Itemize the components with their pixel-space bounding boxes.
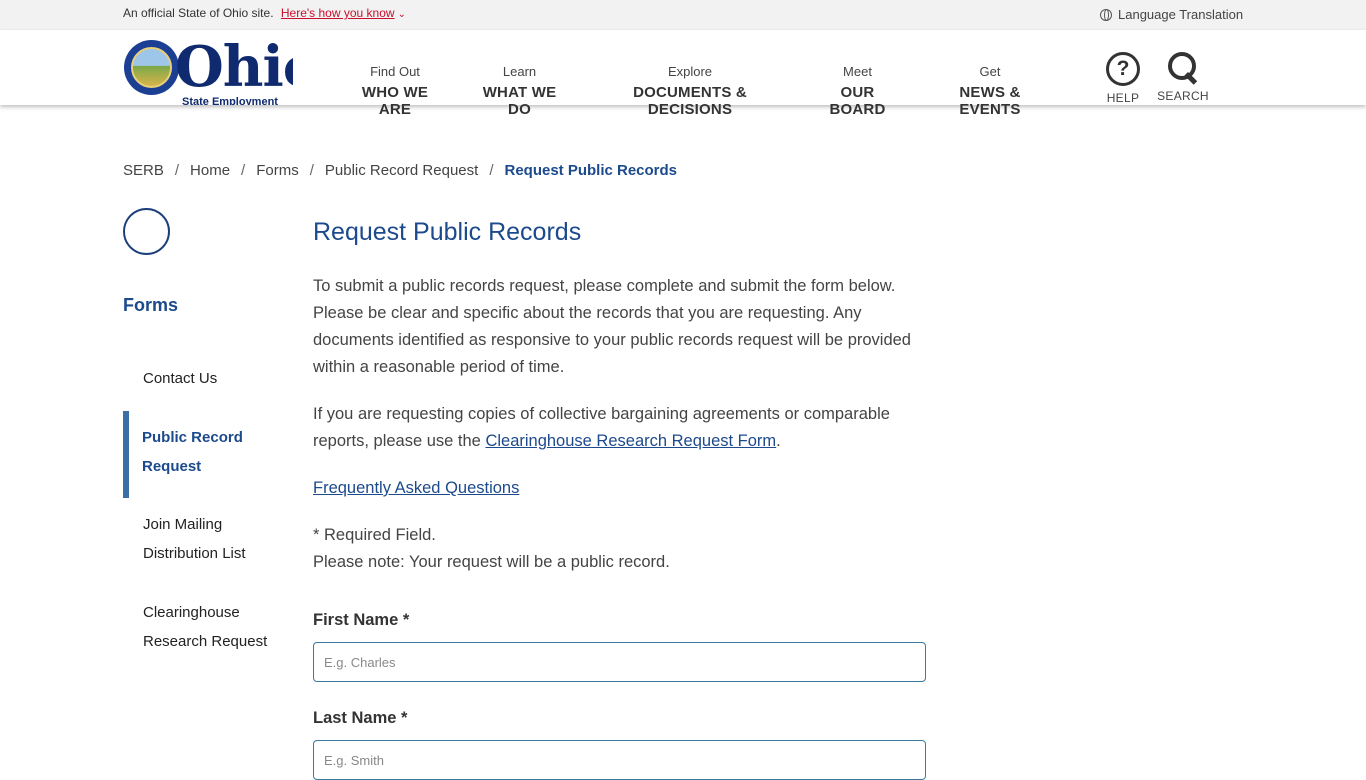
- breadcrumb-public-record-request[interactable]: Public Record Request: [325, 162, 478, 179]
- language-translation-button[interactable]: Language Translation: [1100, 7, 1243, 22]
- search-label: SEARCH: [1157, 89, 1209, 103]
- sidebar-item-join-mailing[interactable]: Join Mailing Distribution List: [143, 510, 273, 568]
- sidebar-item-label: Clearinghouse: [143, 604, 240, 621]
- last-name-field[interactable]: [313, 740, 926, 780]
- breadcrumb-separator: /: [489, 162, 494, 179]
- breadcrumb-current: Request Public Records: [504, 162, 678, 179]
- cba-period: .: [776, 432, 781, 450]
- breadcrumb-home[interactable]: Home: [190, 162, 230, 179]
- official-site-bar: An official State of Ohio site. Here's h…: [0, 0, 1366, 30]
- nav-news-events[interactable]: Get NEWS & EVENTS: [934, 64, 1046, 118]
- first-name-field[interactable]: [313, 642, 926, 682]
- nav-main-label: NEWS & EVENTS: [959, 84, 1021, 118]
- sidebar-item-clearinghouse[interactable]: Clearinghouse Research Request: [143, 598, 273, 656]
- public-note: Please note: Your request will be a publ…: [313, 553, 670, 571]
- search-button[interactable]: SEARCH: [1155, 52, 1211, 103]
- active-indicator: [123, 411, 129, 498]
- breadcrumb-separator: /: [241, 162, 246, 179]
- language-label: Language Translation: [1118, 7, 1244, 22]
- nav-small-label: Explore: [667, 64, 713, 79]
- notes: * Required Field. Please note: Your requ…: [313, 522, 928, 576]
- ohio-logo[interactable]: Ohio State Employment: [123, 40, 293, 105]
- nav-documents-decisions[interactable]: Explore DOCUMENTS & DECISIONS: [599, 64, 781, 118]
- first-name-label: First Name *: [313, 611, 410, 629]
- nav-main-label: WHO WE ARE: [361, 84, 429, 118]
- sidebar-item-label: Research Request: [143, 633, 268, 650]
- nav-who-we-are[interactable]: Find Out WHO WE ARE: [350, 64, 440, 118]
- intro-paragraph: To submit a public records request, plea…: [313, 277, 911, 376]
- nav-main-label: WHAT WE DO: [482, 84, 557, 118]
- sidebar-item-label: Contact Us: [143, 370, 218, 387]
- nav-main-label: DOCUMENTS & DECISIONS: [633, 84, 747, 118]
- sidebar-item-label: Public Record: [142, 429, 243, 446]
- site-header: Ohio State Employment Find Out WHO WE AR…: [0, 30, 1366, 118]
- how-you-know-link[interactable]: Here's how you know: [281, 6, 395, 20]
- breadcrumb-separator: /: [174, 162, 180, 179]
- help-label: HELP: [1106, 91, 1140, 105]
- nav-main-label: OUR BOARD: [829, 84, 886, 118]
- faq-link[interactable]: Frequently Asked Questions: [313, 479, 519, 497]
- nav-what-we-do[interactable]: Learn WHAT WE DO: [475, 64, 564, 118]
- globe-icon: [1100, 8, 1112, 21]
- sidebar-item-label: Request: [142, 458, 202, 475]
- sidebar-item-contact-us[interactable]: Contact Us: [143, 364, 273, 393]
- sidebar-item-label: Join Mailing: [143, 516, 223, 533]
- nav-small-label: Learn: [502, 64, 537, 79]
- breadcrumb-separator: /: [309, 162, 314, 179]
- nav-our-board[interactable]: Meet OUR BOARD: [816, 64, 899, 118]
- official-notice: An official State of Ohio site. Here's h…: [123, 6, 406, 20]
- help-button[interactable]: ? HELP: [1103, 52, 1143, 105]
- logo-subtext: State Employment: [182, 96, 278, 105]
- cba-paragraph: If you are requesting copies of collecti…: [313, 401, 928, 455]
- section-image: [123, 208, 170, 255]
- clearinghouse-form-link[interactable]: Clearinghouse Research Request Form: [485, 432, 776, 450]
- nav-small-label: Get: [979, 64, 1001, 79]
- search-icon: [1167, 52, 1199, 86]
- breadcrumb-forms[interactable]: Forms: [256, 162, 299, 179]
- last-name-label: Last Name *: [313, 709, 408, 727]
- nav-small-label: Find Out: [370, 64, 420, 79]
- sidebar-item-public-record-request[interactable]: Public Record Request: [142, 423, 272, 481]
- breadcrumb-serb[interactable]: SERB: [123, 162, 164, 179]
- sidebar-title[interactable]: Forms: [123, 295, 178, 316]
- help-icon: ?: [1106, 52, 1140, 86]
- required-note: * Required Field.: [313, 526, 436, 544]
- official-text: An official State of Ohio site.: [123, 6, 274, 20]
- faq-paragraph: Frequently Asked Questions: [313, 475, 928, 502]
- chevron-down-icon[interactable]: ⌄: [398, 9, 406, 20]
- nav-small-label: Meet: [843, 64, 872, 79]
- sidebar-item-label: Distribution List: [143, 545, 246, 562]
- ohio-seal-icon: [124, 40, 179, 95]
- breadcrumb: SERB / Home / Forms / Public Record Request / Re…: [123, 162, 677, 179]
- logo-wordmark: Ohio: [175, 40, 293, 100]
- page-title: Request Public Records: [313, 218, 582, 246]
